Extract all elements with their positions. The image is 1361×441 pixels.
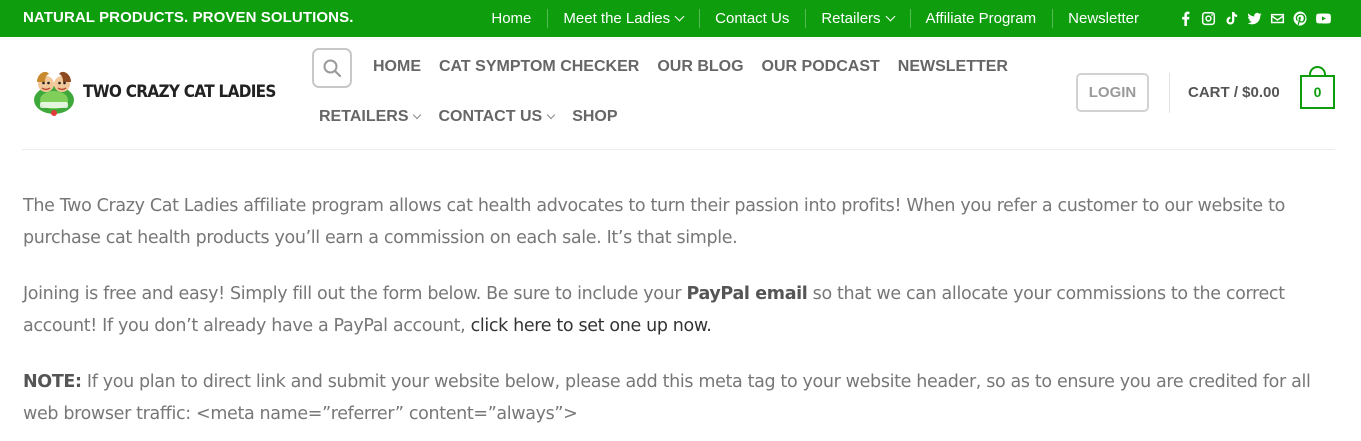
tagline: NATURAL PRODUCTS. PROVEN SOLUTIONS.	[23, 9, 354, 26]
main-nav-cat-symptom-checker[interactable]: CAT SYMPTOM CHECKER	[439, 58, 639, 76]
cart-count-badge[interactable]: 0	[1300, 75, 1335, 109]
header-divider-line	[22, 149, 1335, 150]
top-bar: NATURAL PRODUCTS. PROVEN SOLUTIONS. Home…	[0, 0, 1361, 37]
top-nav: Home Meet the Ladies Contact Us Retailer…	[475, 0, 1155, 37]
note-paragraph: NOTE: If you plan to direct link and sub…	[23, 366, 1338, 430]
joining-paragraph: Joining is free and easy! Simply fill ou…	[23, 278, 1338, 342]
intro-paragraph: The Two Crazy Cat Ladies affiliate progr…	[23, 196, 1285, 248]
main-nav-row-1: HOME CAT SYMPTOM CHECKER OUR BLOG OUR PO…	[373, 58, 1026, 76]
header-divider	[1169, 73, 1170, 113]
facebook-icon[interactable]	[1178, 11, 1193, 26]
chevron-down-icon	[546, 110, 556, 120]
logo-text: TWO CRAZY CAT LADIES	[83, 82, 276, 102]
paypal-email-emphasis: PayPal email	[686, 284, 808, 304]
chevron-down-icon	[674, 11, 685, 21]
main-nav-row-2: RETAILERS CONTACT US SHOP	[319, 108, 636, 126]
page-content: The Two Crazy Cat Ladies affiliate progr…	[23, 190, 1338, 441]
search-button[interactable]	[312, 48, 352, 88]
top-nav-label: Home	[491, 10, 532, 27]
top-nav-label: Newsletter	[1068, 10, 1139, 27]
search-icon	[323, 59, 342, 78]
joining-text-a: Joining is free and easy! Simply fill ou…	[23, 284, 687, 304]
top-nav-label: Affiliate Program	[925, 10, 1037, 27]
main-nav-shop[interactable]: SHOP	[572, 108, 617, 126]
cat-ladies-logo-icon	[31, 66, 77, 118]
note-text: If you plan to direct link and submit yo…	[23, 372, 1311, 424]
social-icons	[1178, 0, 1331, 37]
top-nav-affiliate-program[interactable]: Affiliate Program	[909, 0, 1053, 37]
main-nav-newsletter[interactable]: NEWSLETTER	[898, 58, 1008, 76]
main-nav-contact-us[interactable]: CONTACT US	[438, 108, 556, 126]
top-nav-label: Retailers	[821, 10, 881, 27]
cart-link[interactable]: CART / $0.00	[1188, 84, 1280, 101]
twitter-icon[interactable]	[1247, 11, 1262, 26]
main-nav-label: CONTACT US	[438, 108, 543, 125]
main-nav-retailers[interactable]: RETAILERS	[319, 108, 422, 126]
top-nav-newsletter[interactable]: Newsletter	[1052, 0, 1155, 37]
email-icon[interactable]	[1270, 11, 1285, 26]
youtube-icon[interactable]	[1316, 11, 1331, 26]
tiktok-icon[interactable]	[1224, 11, 1239, 26]
instagram-icon[interactable]	[1201, 11, 1216, 26]
chevron-down-icon	[885, 11, 895, 21]
site-logo[interactable]: TWO CRAZY CAT LADIES	[31, 66, 297, 118]
main-nav-home[interactable]: HOME	[373, 58, 421, 76]
main-nav-our-podcast[interactable]: OUR PODCAST	[762, 58, 880, 76]
top-nav-contact-us[interactable]: Contact Us	[699, 0, 805, 37]
top-nav-label: Contact Us	[715, 10, 790, 27]
chevron-down-icon	[413, 110, 422, 120]
pinterest-icon[interactable]	[1293, 11, 1308, 26]
main-nav-our-blog[interactable]: OUR BLOG	[657, 58, 743, 76]
top-nav-meet-the-ladies[interactable]: Meet the Ladies	[547, 0, 699, 37]
top-nav-home[interactable]: Home	[475, 0, 547, 37]
login-button[interactable]: LOGIN	[1076, 73, 1149, 112]
paypal-signup-link[interactable]: click here to set one up now.	[471, 316, 712, 336]
note-label: NOTE:	[23, 372, 82, 392]
main-nav-label: SHOP	[572, 108, 618, 125]
main-nav-label: RETAILERS	[319, 108, 409, 125]
top-nav-label: Meet the Ladies	[563, 10, 671, 27]
top-nav-retailers[interactable]: Retailers	[805, 0, 909, 37]
